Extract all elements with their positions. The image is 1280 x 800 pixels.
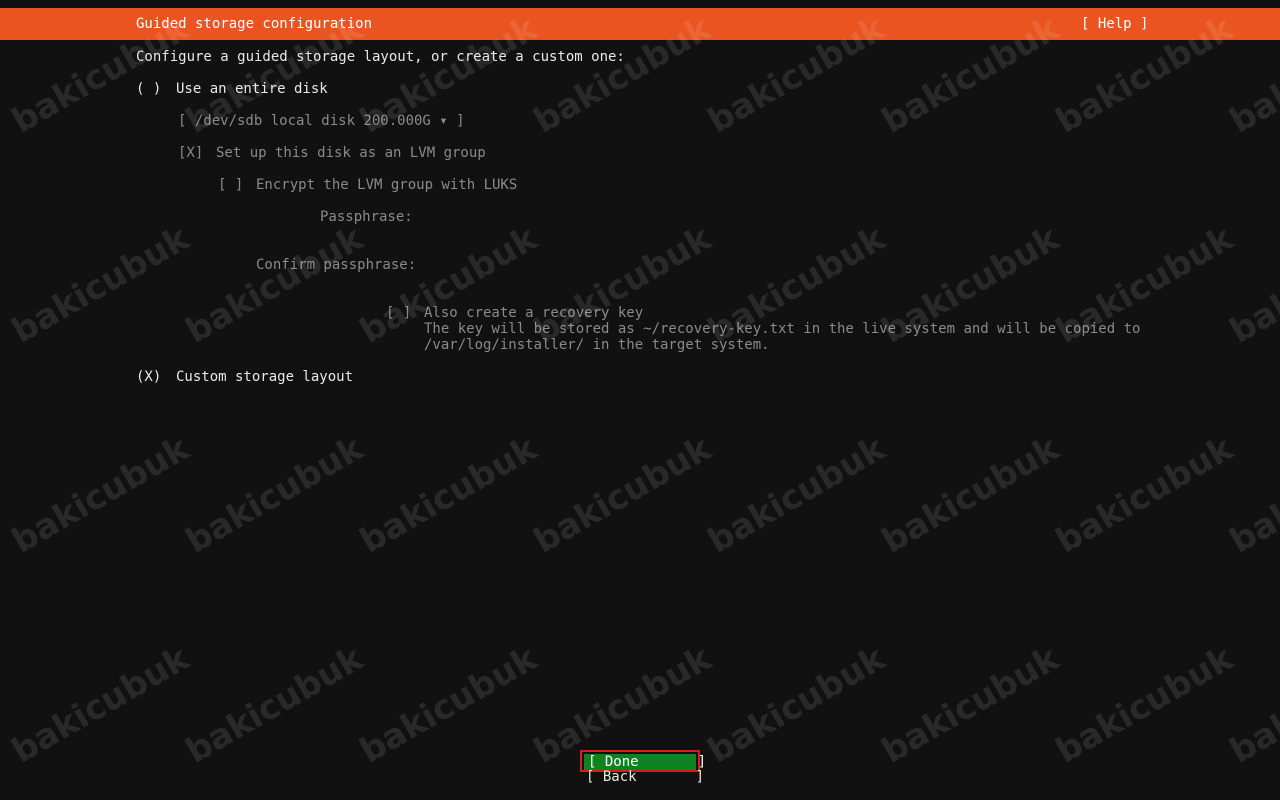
lvm-label: Set up this disk as an LVM group <box>216 145 486 161</box>
entire-disk-label[interactable]: Use an entire disk <box>176 81 328 97</box>
watermark: bakicubuk <box>875 638 1066 772</box>
watermark: bakicubuk <box>179 638 370 772</box>
header-bar: Guided storage configuration [ Help ] <box>0 8 1280 40</box>
watermark: bakicubuk <box>875 428 1066 562</box>
watermark: bakicubuk <box>1049 638 1240 772</box>
confirm-passphrase-label: Confirm passphrase: <box>256 257 417 273</box>
watermark: bakicubuk <box>5 218 196 352</box>
watermark: bakicubuk <box>527 428 718 562</box>
watermark: bakicubuk <box>353 638 544 772</box>
watermark: bakicubuk <box>1049 428 1240 562</box>
watermark: bakicubuk <box>701 638 892 772</box>
disk-select[interactable]: [ /dev/sdb local disk 200.000G ▾ ] <box>178 113 465 129</box>
intro-text: Configure a guided storage layout, or cr… <box>136 49 625 65</box>
watermark: bakicubuk <box>1223 218 1280 352</box>
custom-layout-label[interactable]: Custom storage layout <box>176 369 353 385</box>
custom-layout-radio[interactable]: (X) <box>136 369 161 385</box>
entire-disk-radio[interactable]: ( ) <box>136 81 161 97</box>
watermark: bakicubuk <box>179 428 370 562</box>
recovery-key-checkbox[interactable]: [ ] <box>386 305 411 321</box>
recovery-key-description-1: The key will be stored as ~/recovery-key… <box>424 321 1141 337</box>
done-button[interactable]: [ Done ] <box>584 754 706 770</box>
watermark: bakicubuk <box>179 218 370 352</box>
watermark: bakicubuk <box>1223 638 1280 772</box>
page-title: Guided storage configuration <box>136 16 373 32</box>
top-border <box>0 0 1280 8</box>
encrypt-checkbox[interactable]: [ ] <box>218 177 243 193</box>
watermark: bakicubuk <box>701 428 892 562</box>
watermark: bakicubuk <box>1223 428 1280 562</box>
passphrase-label: Passphrase: <box>320 209 413 225</box>
watermark: bakicubuk <box>5 638 196 772</box>
encrypt-label: Encrypt the LVM group with LUKS <box>256 177 518 193</box>
watermark: bakicubuk <box>5 428 196 562</box>
watermark: bakicubuk <box>353 428 544 562</box>
recovery-key-label: Also create a recovery key <box>424 305 644 321</box>
back-button[interactable]: [ Back ] <box>586 769 704 785</box>
recovery-key-description-2: /var/log/installer/ in the target system… <box>424 337 770 353</box>
lvm-checkbox[interactable]: [X] <box>178 145 203 161</box>
help-button[interactable]: [ Help ] <box>1081 16 1148 32</box>
